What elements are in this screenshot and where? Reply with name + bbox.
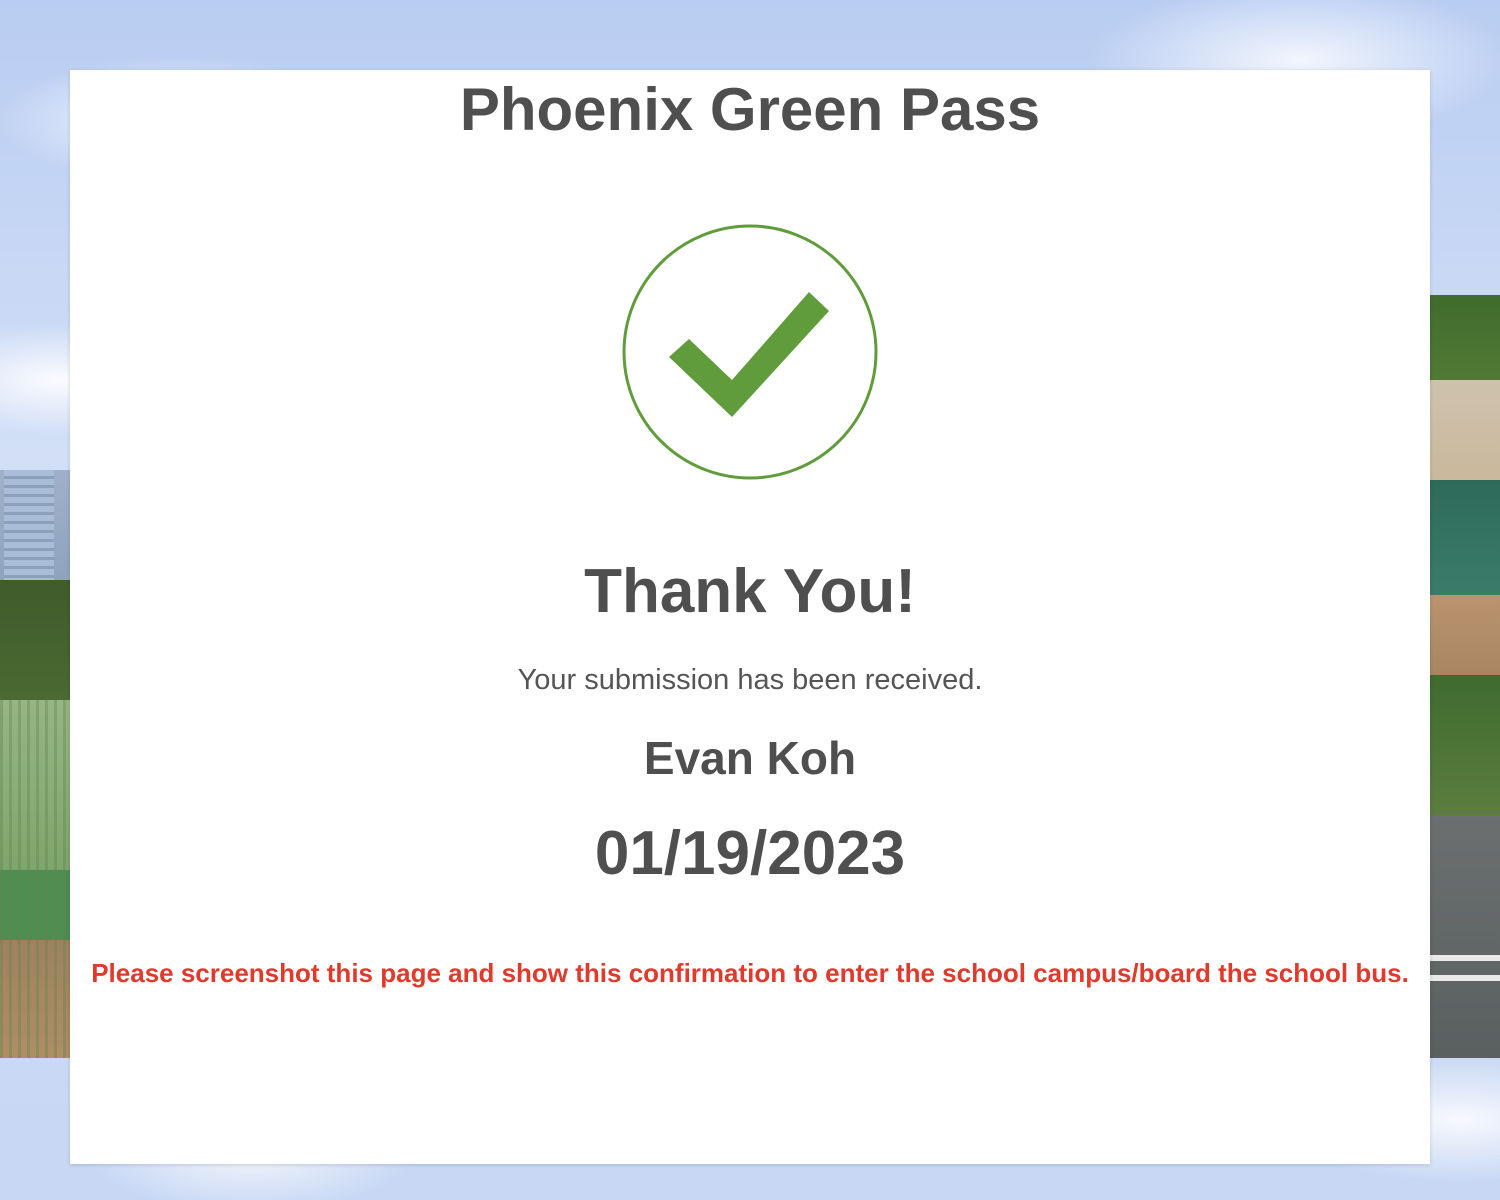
pass-date: 01/19/2023 (594, 819, 906, 888)
submitter-name: Evan Koh (643, 732, 857, 784)
background-campus-photo-left (0, 470, 72, 1058)
road-marking (1430, 955, 1500, 961)
page-title: Phoenix Green Pass (459, 76, 1041, 143)
screenshot-instruction: Please screenshot this page and show thi… (91, 958, 1409, 988)
road-marking (1430, 975, 1500, 981)
submission-received-message: Your submission has been received. (517, 664, 983, 696)
check-circle-icon (621, 223, 879, 481)
confirmation-card: Phoenix Green Pass Thank You! Your submi… (70, 70, 1430, 1164)
background-campus-photo-right (1430, 295, 1500, 1058)
background-building (4, 470, 54, 580)
thank-you-heading: Thank You! (584, 557, 916, 626)
